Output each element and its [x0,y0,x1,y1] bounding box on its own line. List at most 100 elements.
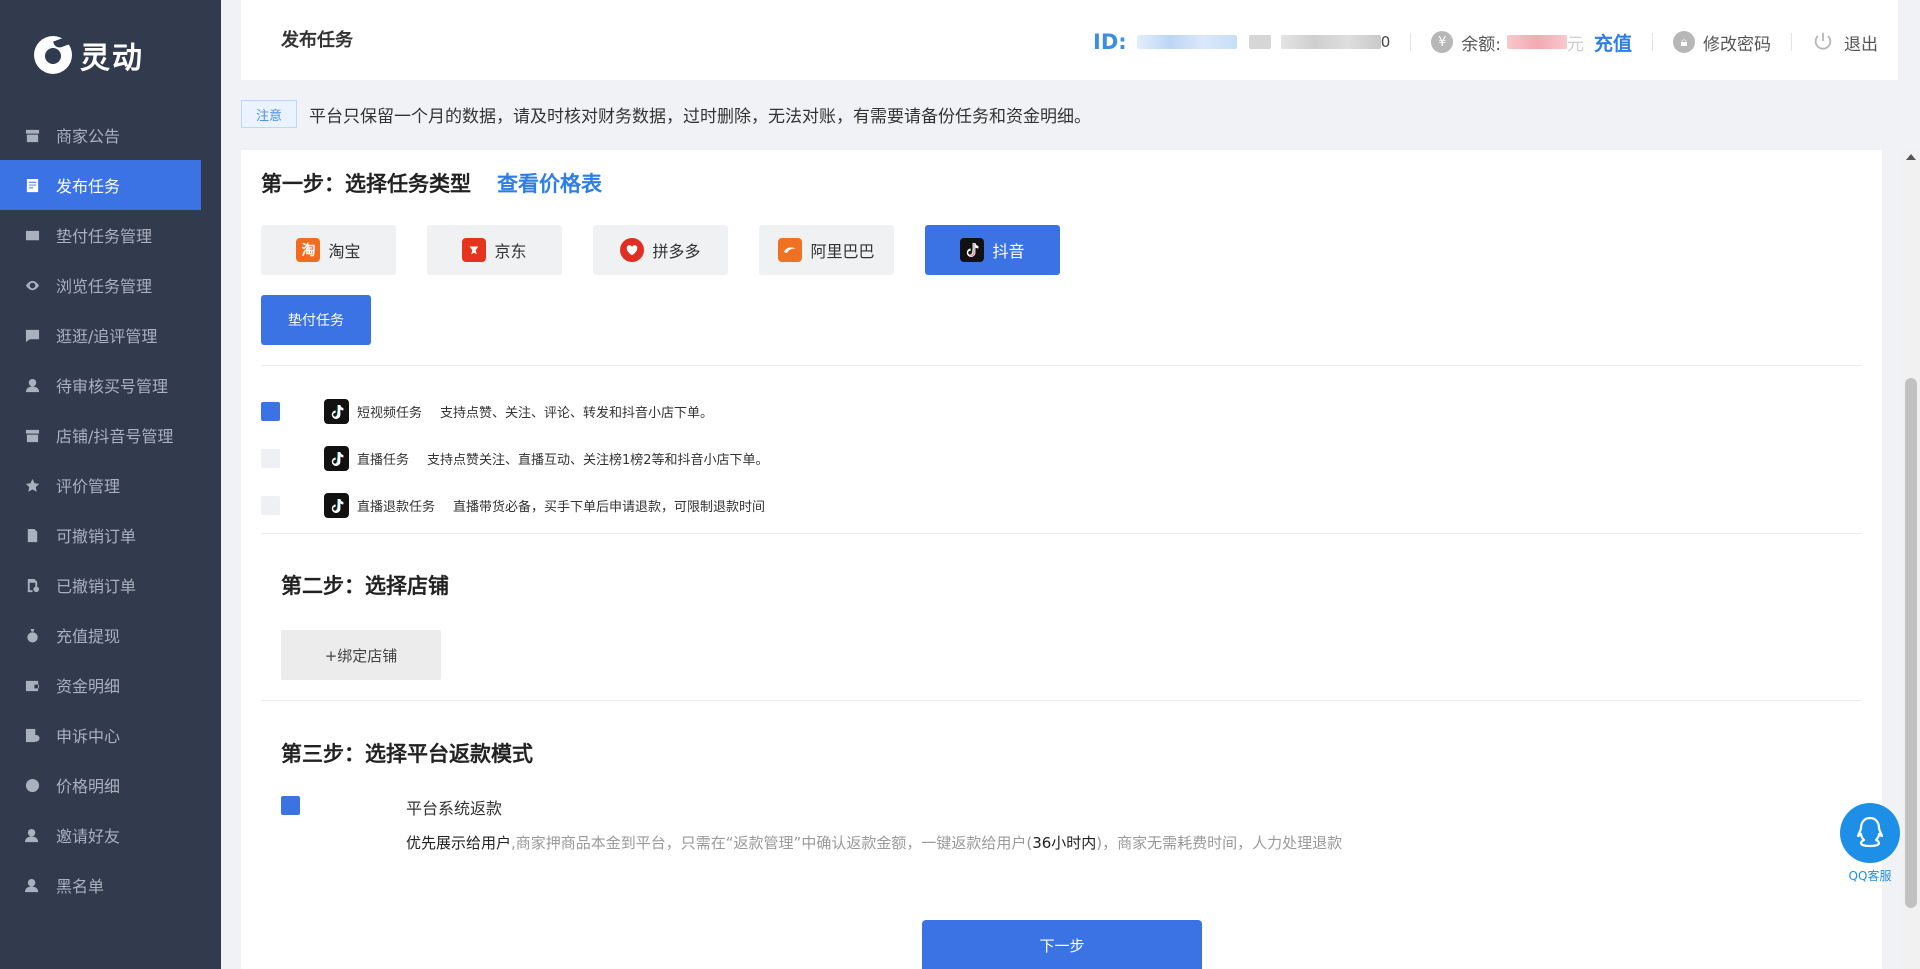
task-type-list: 短视频任务 支持点赞、关注、评论、转发和抖音小店下单。 直播任务 支持点赞关注、… [261,388,769,529]
file-check-icon [24,577,40,593]
task-option-live[interactable]: 直播任务 支持点赞关注、直播互动、关注榜1榜2等和抖音小店下单。 [261,435,769,482]
sidebar-item-label: 店铺/抖音号管理 [56,427,174,446]
bind-shop-button[interactable]: +绑定店铺 [281,630,441,680]
platform-jd-button[interactable]: 京东 [427,225,562,275]
sidebar-item-blacklist[interactable]: 黑名单 [0,860,201,910]
platform-refund-checkbox[interactable] [281,796,300,815]
task-name: 直播任务 [357,453,410,468]
platform-alibaba-button[interactable]: 阿里巴巴 [759,225,894,275]
sidebar-item-label: 逛逛/追评管理 [56,327,158,346]
brand-logo-icon [34,36,72,74]
top-header: 发布任务 ID: 0 ¥ 余额: 元 充值 🔒︎ 修改密码 退出 [241,0,1898,80]
user-icon [24,377,40,393]
section-divider [261,365,1861,366]
lock-icon: 🔒︎ [1673,31,1695,53]
qq-support-label: QQ客服 [1848,869,1892,883]
sidebar-item-label: 价格明细 [56,777,121,796]
platform-label: 阿里巴巴 [810,242,875,261]
recharge-link[interactable]: 充值 [1594,29,1632,56]
scroll-thumb[interactable] [1905,378,1917,908]
section-divider [261,533,1861,534]
publish-task-card: 第一步：选择任务类型 查看价格表 淘 淘宝 京东 拼多多 阿里巴巴 抖音 垫付任… [241,150,1882,969]
header-account-bar: ID: 0 ¥ 余额: 元 充值 🔒︎ 修改密码 退出 [1093,28,1878,56]
task-checkbox[interactable] [261,402,280,421]
sidebar-item-invite-friends[interactable]: 邀请好友 [0,810,201,860]
sidebar-item-label: 黑名单 [56,877,105,896]
invite-icon [24,827,40,843]
sidebar-item-label: 邀请好友 [56,827,121,846]
douyin-icon [324,399,349,424]
sidebar-item-advance-task-management[interactable]: 垫付任务管理 [0,210,201,260]
store-icon [24,127,40,143]
sidebar-item-announcements[interactable]: 商家公告 [0,110,201,160]
task-option-short-video[interactable]: 短视频任务 支持点赞、关注、评论、转发和抖音小店下单。 [261,388,769,435]
shop-icon [24,427,40,443]
advance-task-button[interactable]: 垫付任务 [261,295,371,345]
scroll-up-arrow[interactable] [1906,154,1916,160]
sidebar-item-fund-details[interactable]: 资金明细 [0,660,201,710]
step1-title: 第一步：选择任务类型 [261,172,471,196]
money-bag-icon [24,627,40,643]
sidebar-item-review-management[interactable]: 评价管理 [0,460,201,510]
sidebar-item-price-details[interactable]: 价格明细 [0,760,201,810]
platform-pinduoduo-button[interactable]: 拼多多 [593,225,728,275]
task-option-live-refund[interactable]: 直播退款任务 直播带货必备，买手下单后申请退款，可限制退款时间 [261,482,769,529]
logout-link[interactable]: 退出 [1844,30,1878,55]
sidebar-item-label: 申诉中心 [56,727,121,746]
file-icon [24,527,40,543]
refund-desc-highlight: 优先展示给用户 [406,834,512,852]
sidebar-item-recharge-withdraw[interactable]: 充值提现 [0,610,201,660]
user-id-redacted [1280,35,1381,49]
sidebar-item-shop-management[interactable]: 店铺/抖音号管理 [0,410,201,460]
sidebar: 灵动 商家公告 发布任务 垫付任务管理 浏览任务管理 逛逛/追评管理 待审核买号… [0,0,221,969]
sidebar-item-canceled-orders[interactable]: 已撤销订单 [0,560,201,610]
sidebar-item-appeal-center[interactable]: 申诉中心 [0,710,201,760]
sidebar-item-label: 评价管理 [56,477,121,496]
platform-label: 拼多多 [652,242,701,261]
douyin-icon [324,493,349,518]
view-price-table-link[interactable]: 查看价格表 [497,168,602,198]
notice-bar: 注意 平台只保留一个月的数据，请及时核对财务数据，过时删除，无法对账，有需要请备… [241,100,1091,128]
user-id-redacted [1136,35,1237,49]
header-divider [1652,33,1653,51]
platform-douyin-button[interactable]: 抖音 [925,225,1060,275]
page-scrollbar[interactable] [1902,150,1920,969]
qq-icon[interactable] [1840,803,1900,863]
sidebar-item-browse-task-management[interactable]: 浏览任务管理 [0,260,201,310]
step3-title: 第三步：选择平台返款模式 [281,742,533,766]
step2-title: 第二步：选择店铺 [281,574,449,598]
task-checkbox[interactable] [261,496,280,515]
qq-support-widget[interactable]: QQ客服 [1840,803,1900,884]
power-icon[interactable] [1812,31,1834,53]
platform-label: 京东 [494,242,527,261]
change-password-link[interactable]: 修改密码 [1703,30,1771,55]
douyin-icon [960,238,985,262]
next-step-button[interactable]: 下一步 [922,920,1202,969]
notice-tag: 注意 [241,100,298,128]
platform-label: 淘宝 [328,242,361,261]
sidebar-item-label: 垫付任务管理 [56,227,153,246]
task-checkbox[interactable] [261,449,280,468]
sidebar-item-label: 已撤销订单 [56,577,137,596]
header-divider [1410,33,1412,51]
brand-logo[interactable]: 灵动 [34,34,144,76]
platform-selector: 淘 淘宝 京东 拼多多 阿里巴巴 抖音 [261,225,1060,275]
user-id-label: ID: [1093,30,1127,54]
sidebar-item-cancelable-orders[interactable]: 可撤销订单 [0,510,201,560]
sidebar-item-review-followup-management[interactable]: 逛逛/追评管理 [0,310,201,360]
sidebar-item-publish-task[interactable]: 发布任务 [0,160,201,210]
user-id-redacted [1248,35,1271,49]
blacklist-icon [24,877,40,893]
wallet-icon [24,677,40,693]
platform-refund-option-title: 平台系统返款 [406,799,503,818]
task-name: 短视频任务 [357,406,423,421]
balance-label: 余额: [1461,34,1501,55]
sidebar-item-pending-accounts[interactable]: 待审核买号管理 [0,360,201,410]
brand-name: 灵动 [80,41,144,76]
section-divider [261,700,1861,701]
balance-unit: 元 [1566,34,1584,55]
sidebar-item-label: 浏览任务管理 [56,277,153,296]
platform-taobao-button[interactable]: 淘 淘宝 [261,225,396,275]
task-desc: 支持点赞关注、直播互动、关注榜1榜2等和抖音小店下单。 [427,453,769,468]
comment-icon [24,327,40,343]
